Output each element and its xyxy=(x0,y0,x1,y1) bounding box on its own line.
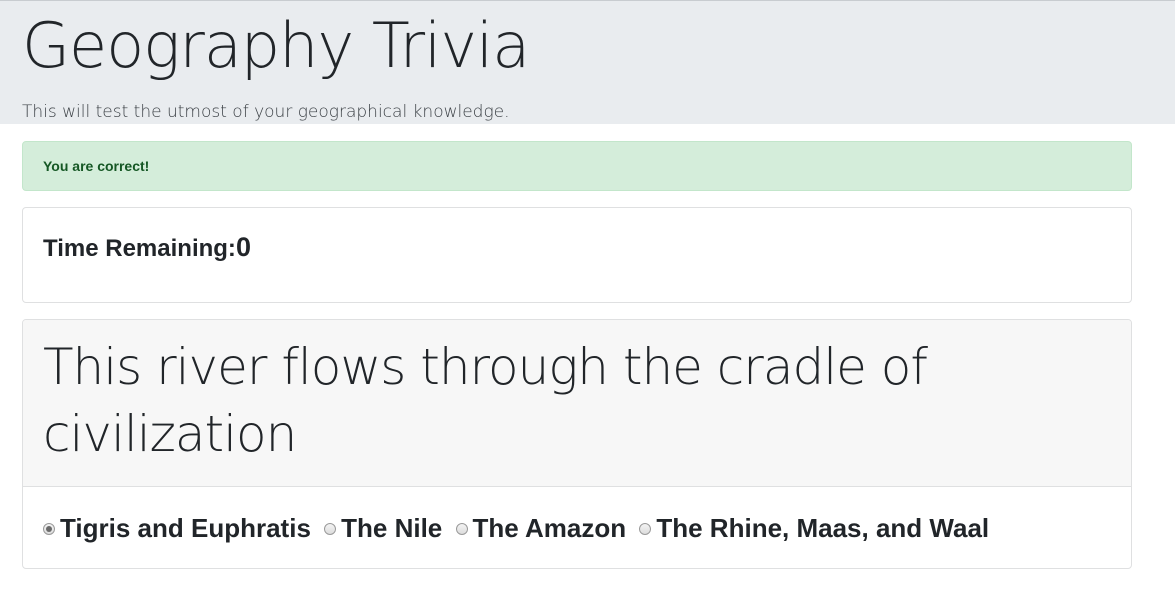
radio-button-icon[interactable] xyxy=(639,523,652,535)
answer-label: The Amazon xyxy=(472,512,627,543)
timer-line: Time Remaining:0 xyxy=(43,232,1111,264)
answer-option-1[interactable]: Tigris and Euphratis xyxy=(43,509,311,547)
timer-label: Time Remaining: xyxy=(43,235,236,262)
radio-button-icon[interactable] xyxy=(455,523,468,535)
answer-label: Tigris and Euphratis xyxy=(60,512,311,543)
timer-value: 0 xyxy=(235,232,251,262)
page-title: Geography Trivia xyxy=(22,9,530,82)
answer-option-3[interactable]: The Amazon xyxy=(455,509,627,547)
question-card: This river flows through the cradle of c… xyxy=(22,319,1132,569)
radio-button-icon[interactable] xyxy=(43,523,55,535)
answer-option-2[interactable]: The Nile xyxy=(324,509,442,547)
answer-option-4[interactable]: The Rhine, Maas, and Waal xyxy=(639,509,989,547)
success-alert: You are correct! xyxy=(22,141,1132,191)
question-text: This river flows through the cradle of c… xyxy=(43,338,928,463)
answer-label: The Nile xyxy=(341,512,443,543)
header-jumbotron: Geography Trivia This will test the utmo… xyxy=(0,0,1175,124)
answer-options: Tigris and Euphratis The Nile The Amazon… xyxy=(23,487,1131,547)
radio-button-icon[interactable] xyxy=(324,523,337,535)
page-subtitle: This will test the utmost of your geogra… xyxy=(22,102,510,122)
timer-card: Time Remaining:0 xyxy=(22,207,1132,303)
answer-label: The Rhine, Maas, and Waal xyxy=(656,512,990,543)
alert-message: You are correct! xyxy=(43,158,150,174)
question-header: This river flows through the cradle of c… xyxy=(23,320,1131,487)
